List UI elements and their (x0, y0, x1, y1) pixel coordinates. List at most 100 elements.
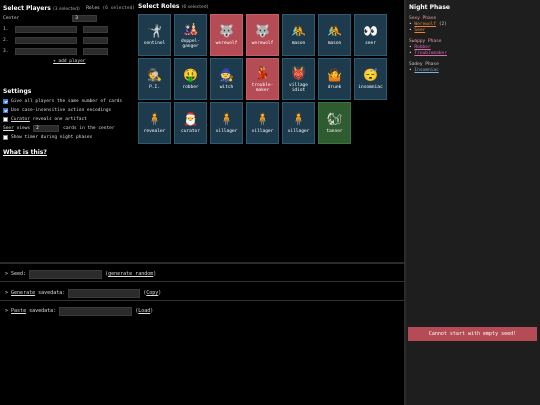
role-icon: 🧍 (147, 112, 162, 127)
seed-input[interactable] (29, 269, 103, 279)
night-phase-item: • Insomniac (409, 68, 537, 74)
players-heading: Select Players (3 selected) (3, 4, 80, 12)
center-count-input[interactable]: 3 (72, 15, 98, 22)
role-icon: 👀 (363, 24, 378, 39)
role-icon: 🧍 (291, 112, 306, 127)
role-card-werewolf[interactable]: 🐺 werewolf (246, 14, 279, 56)
setting-curator[interactable]: Curator reveals one artifact (3, 115, 135, 124)
role-icon: 🕵 (147, 68, 162, 83)
night-role-link[interactable]: Werewolf (414, 22, 436, 27)
checkbox-curator[interactable] (3, 117, 8, 122)
setting-show-timer[interactable]: Show timer during night phases (3, 133, 135, 142)
role-card-trouble-maker[interactable]: 💃 trouble- maker (246, 58, 279, 100)
night-phase-item: • Troublemaker (409, 51, 537, 57)
role-icon: 💃 (255, 65, 270, 80)
role-name: drunk (327, 85, 342, 91)
settings-heading: Settings (3, 88, 32, 95)
role-card-mason[interactable]: 🤼 mason (282, 14, 315, 56)
role-card-seer[interactable]: 👀 seer (354, 14, 387, 56)
role-name: villager (251, 129, 274, 135)
role-name: tanner (326, 129, 343, 135)
night-role-link[interactable]: Insomniac (414, 68, 438, 73)
night-phase-groups: Sexy Phase • Werewolf (2) • Seer Swappy Pha… (409, 16, 537, 74)
player-name-input[interactable] (15, 26, 77, 33)
role-card-villager[interactable]: 🧍 villager (282, 102, 315, 144)
night-phase-heading: Night Phase (409, 4, 450, 11)
seed-row: > Seed: (generate random) (5, 269, 157, 279)
role-card-villager[interactable]: 🧍 villager (246, 102, 279, 144)
curator-link[interactable]: Curator (11, 117, 30, 122)
night-phase-group: Sexy Phase • Werewolf (2) • Seer (409, 16, 537, 34)
load-link[interactable]: Load (138, 308, 150, 314)
center-row: Center 3 (3, 13, 135, 24)
player-number: 3. (3, 49, 9, 54)
checkbox-case-insensitive[interactable] (3, 108, 8, 113)
role-icon: 🧍 (255, 112, 270, 127)
role-icon: 🤼 (291, 24, 306, 39)
generated-savedata-output[interactable] (68, 288, 141, 298)
night-phase-item: • Seer (409, 28, 537, 34)
role-card-mason[interactable]: 🤼 mason (318, 14, 351, 56)
checkbox-same-cards[interactable] (3, 99, 8, 104)
role-name: werewolf (215, 41, 238, 47)
center-label: Center (3, 16, 20, 21)
paste-savedata-link[interactable]: Paste (11, 308, 26, 314)
role-icon: 🤑 (183, 68, 198, 83)
player-role-input[interactable] (83, 48, 108, 55)
player-role-input[interactable] (83, 37, 108, 44)
console-panel: > Seed: (generate random) > Generate sav… (0, 262, 404, 405)
paste-row: > Paste savedata: (Load) (5, 306, 154, 316)
role-icon: 🤼 (327, 24, 342, 39)
role-name: mason (327, 41, 342, 47)
role-name: village idiot (289, 82, 308, 94)
generate-random-link[interactable]: generate random (108, 271, 153, 277)
role-card-drunk[interactable]: 🤷 drunk (318, 58, 351, 100)
role-card-insomniac[interactable]: 😴 insomniac (354, 58, 387, 100)
night-role-link[interactable]: Troublemaker (414, 51, 447, 56)
setting-seer-views: Seer views 2 cards in the center (3, 125, 115, 132)
player-role-input[interactable] (83, 26, 108, 33)
role-card-curator[interactable]: 🎅 curator (174, 102, 207, 144)
role-card-villageidiot[interactable]: 👹 village idiot (282, 58, 315, 100)
night-phase-group: Sadey Phase • Insomniac (409, 62, 537, 74)
seer-views-input[interactable]: 2 (33, 125, 60, 132)
night-role-link[interactable]: Robber (414, 45, 430, 50)
player-row: 1. (3, 24, 135, 35)
paste-savedata-input[interactable] (59, 306, 133, 316)
role-card-tanner[interactable]: 🐿 tanner (318, 102, 351, 144)
add-player-link[interactable]: + add player (53, 59, 135, 64)
checkbox-show-timer[interactable] (3, 135, 8, 140)
role-icon: 🤺 (147, 24, 162, 39)
role-name: robber (182, 85, 199, 91)
setting-case-insensitive[interactable]: Use case-insensitive action encodings (3, 106, 135, 115)
role-name: sentinel (143, 41, 166, 47)
role-card-revealer[interactable]: 🧍 revealer (138, 102, 171, 144)
generate-savedata-link[interactable]: Generate (11, 290, 35, 296)
role-card-werewolf[interactable]: 🐺 werewolf (210, 14, 243, 56)
divider (0, 300, 404, 301)
role-card-doppel-ganger[interactable]: 🎎 doppel- ganger (174, 14, 207, 56)
seer-link[interactable]: Seer (3, 126, 14, 131)
role-icon: 🤷 (327, 68, 342, 83)
role-icon: 🧍 (219, 112, 234, 127)
setting-same-cards[interactable]: Give all players the same number of card… (3, 97, 135, 106)
night-role-link[interactable]: Seer (414, 28, 425, 33)
player-name-input[interactable] (15, 37, 77, 44)
role-card-villager[interactable]: 🧍 villager (210, 102, 243, 144)
settings-section: Settings Give all players the same numbe… (3, 88, 135, 142)
player-name-input[interactable] (15, 48, 77, 55)
what-is-this-link[interactable]: What is this? (3, 149, 47, 156)
role-name: curator (181, 129, 200, 135)
role-card-p-i-[interactable]: 🕵 P.I. (138, 58, 171, 100)
role-card-witch[interactable]: 🧙 witch (210, 58, 243, 100)
role-icon: 🧙 (219, 68, 234, 83)
player-row: 2. (3, 35, 135, 46)
start-error-button[interactable]: Cannot start with empty seed! (408, 327, 537, 341)
setup-panel: Select Players (3 selected) Roles (6 sel… (0, 0, 404, 262)
role-name: seer (365, 41, 376, 47)
role-card-robber[interactable]: 🤑 robber (174, 58, 207, 100)
role-card-sentinel[interactable]: 🤺 sentinel (138, 14, 171, 56)
role-count: (2) (436, 22, 447, 27)
role-name: mason (291, 41, 306, 47)
copy-link[interactable]: Copy (146, 290, 158, 296)
